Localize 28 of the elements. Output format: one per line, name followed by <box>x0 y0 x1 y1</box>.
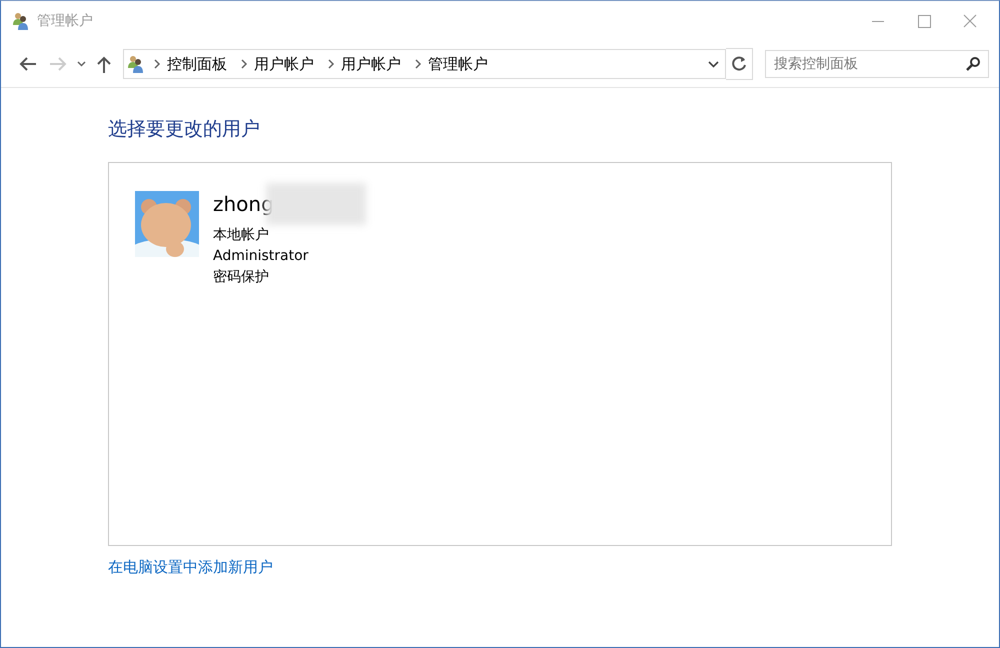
breadcrumb[interactable]: 用户帐户 <box>341 54 401 74</box>
up-arrow-icon[interactable] <box>97 56 111 72</box>
breadcrumb[interactable]: 用户帐户 <box>254 54 314 74</box>
address-bar[interactable]: 控制面板 用户帐户 用户帐户 管理帐户 <box>123 49 726 79</box>
maximize-icon[interactable] <box>918 14 930 28</box>
search-icon[interactable] <box>966 57 980 71</box>
back-arrow-icon[interactable] <box>19 57 37 71</box>
window-title: 管理帐户 <box>37 12 94 30</box>
chevron-icon[interactable] <box>415 59 422 69</box>
location-icon <box>126 54 146 74</box>
search-field[interactable]: 搜索控制面板 <box>765 50 989 78</box>
page-heading: 选择要更改的用户 <box>108 117 261 142</box>
account-type: 本地帐户 <box>213 226 270 245</box>
chevron-icon[interactable] <box>241 59 248 69</box>
breadcrumb[interactable]: 控制面板 <box>167 54 227 74</box>
caret-icon[interactable] <box>76 61 86 67</box>
chevron-icon[interactable] <box>328 59 335 69</box>
refresh-button[interactable] <box>726 48 753 80</box>
app-icon <box>11 11 31 31</box>
breadcrumb[interactable]: 管理帐户 <box>428 54 488 74</box>
refresh-icon[interactable] <box>732 56 746 72</box>
close-icon[interactable] <box>963 14 977 28</box>
user-name: zhong <box>213 191 274 218</box>
password-status: 密码保护 <box>213 268 270 287</box>
dropdown-icon[interactable] <box>708 60 719 68</box>
chevron-icon[interactable] <box>154 59 161 69</box>
account-role: Administrator <box>213 247 310 266</box>
add-user-link[interactable]: 在电脑设置中添加新用户 <box>108 558 273 577</box>
